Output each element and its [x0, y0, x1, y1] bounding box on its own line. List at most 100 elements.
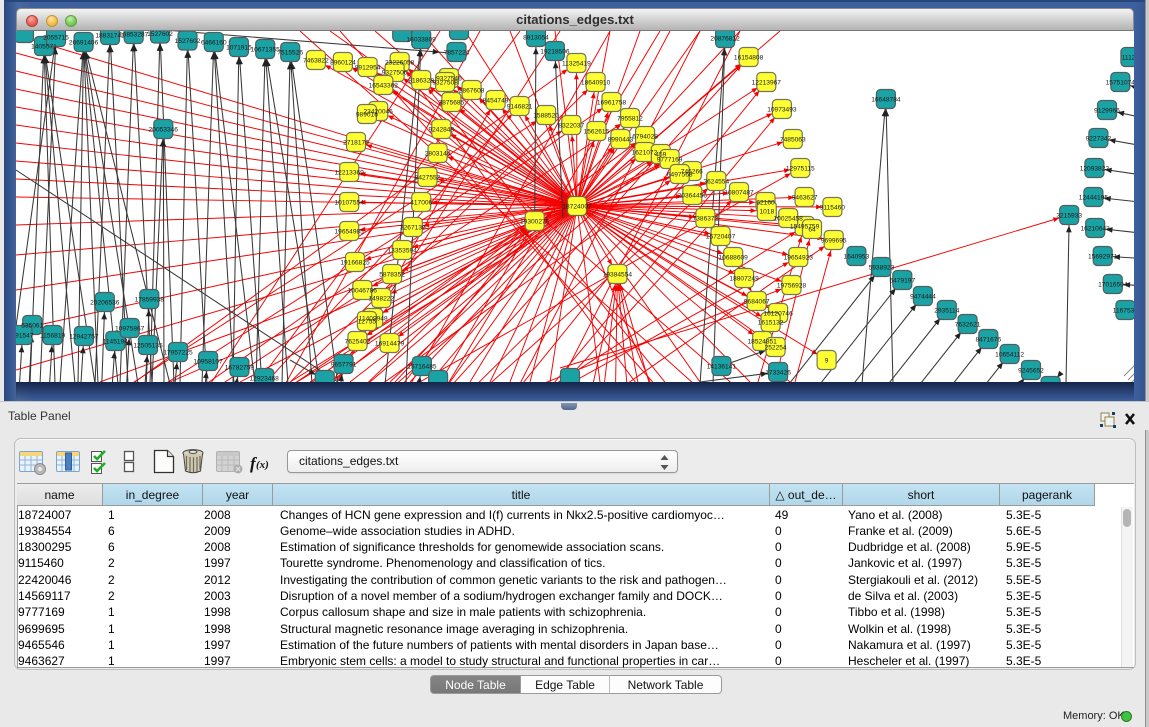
- svg-text:2055715: 2055715: [43, 34, 69, 41]
- svg-text:23226058: 23226058: [385, 59, 415, 66]
- svg-text:1527602: 1527602: [175, 38, 201, 45]
- svg-text:17859938: 17859938: [135, 296, 165, 303]
- svg-text:9777169: 9777169: [657, 156, 683, 163]
- svg-text:64: 64: [808, 226, 816, 233]
- svg-text:10671355: 10671355: [251, 46, 281, 53]
- svg-text:10688609: 10688609: [719, 254, 749, 261]
- svg-text:12923468: 12923468: [250, 375, 280, 382]
- svg-text:8471676: 8471676: [975, 336, 1001, 343]
- svg-text:1498222: 1498222: [368, 295, 394, 302]
- svg-text:7463822: 7463822: [303, 57, 329, 64]
- svg-text:16033809: 16033809: [407, 36, 437, 43]
- svg-text:10025458: 10025458: [774, 215, 804, 222]
- svg-text:2867608: 2867608: [459, 87, 485, 94]
- svg-text:417006: 417006: [410, 199, 432, 206]
- svg-text:62160: 62160: [756, 199, 775, 206]
- svg-text:18640910: 18640910: [581, 79, 611, 86]
- svg-text:20876812: 20876812: [710, 35, 740, 42]
- svg-text:16648784: 16648784: [871, 96, 901, 103]
- svg-text:9: 9: [825, 357, 829, 364]
- svg-text:7632621: 7632621: [955, 321, 981, 328]
- svg-text:7955812: 7955812: [617, 115, 643, 122]
- svg-text:6794028: 6794028: [632, 133, 658, 140]
- svg-text:9242848: 9242848: [428, 126, 454, 133]
- svg-text:16782759: 16782759: [225, 364, 255, 371]
- svg-text:16914479: 16914479: [375, 340, 405, 347]
- svg-text:16543362: 16543362: [369, 82, 399, 89]
- svg-text:3875685: 3875685: [439, 99, 465, 106]
- svg-text:12444195: 12444195: [1079, 194, 1109, 201]
- svg-text:1621072: 1621072: [632, 149, 658, 156]
- svg-text:15716485: 15716485: [407, 363, 437, 370]
- svg-text:12755: 12755: [358, 318, 377, 325]
- svg-text:19384554: 19384554: [603, 271, 633, 278]
- svg-text:1071915: 1071915: [226, 44, 252, 51]
- svg-text:12975115: 12975115: [786, 165, 815, 172]
- svg-text:16154808: 16154808: [734, 54, 764, 61]
- svg-text:8960124: 8960124: [330, 59, 356, 66]
- svg-text:3267130: 3267130: [400, 224, 426, 231]
- svg-text:20206536: 20206536: [90, 299, 120, 306]
- svg-text:18807249: 18807249: [729, 275, 759, 282]
- svg-text:20691406: 20691406: [69, 39, 99, 46]
- svg-text:17016504: 17016504: [1098, 281, 1128, 288]
- svg-text:10958107: 10958107: [193, 358, 223, 365]
- svg-text:2803144: 2803144: [425, 150, 451, 157]
- svg-text:9699695: 9699695: [821, 237, 847, 244]
- svg-text:8322037: 8322037: [558, 122, 584, 129]
- svg-text:7625402: 7625402: [345, 338, 371, 345]
- svg-text:989016: 989016: [356, 111, 378, 118]
- svg-text:9115460: 9115460: [820, 204, 846, 211]
- svg-text:535061: 535061: [21, 322, 43, 329]
- svg-text:20053346: 20053346: [149, 126, 179, 133]
- svg-text:12505135: 12505135: [133, 342, 163, 349]
- svg-text:2935114: 2935114: [934, 307, 960, 314]
- svg-text:12942757: 12942757: [69, 333, 99, 340]
- svg-text:5938923: 5938923: [869, 264, 895, 271]
- svg-text:15720407: 15720407: [706, 233, 736, 240]
- svg-text:11325419: 11325419: [562, 60, 591, 67]
- svg-text:8186328: 8186328: [408, 77, 434, 84]
- svg-text:9227342: 9227342: [1086, 135, 1112, 142]
- svg-text:1156819: 1156819: [40, 332, 66, 339]
- svg-text:1588520: 1588520: [533, 112, 559, 119]
- svg-text:14136141: 14136141: [707, 363, 737, 370]
- svg-text:19218506: 19218506: [540, 48, 570, 55]
- svg-text:1640953: 1640953: [844, 253, 870, 260]
- svg-text:16961758: 16961758: [597, 99, 627, 106]
- svg-text:17957225: 17957225: [163, 349, 193, 356]
- svg-text:252254: 252254: [765, 344, 787, 351]
- svg-text:16210643: 16210643: [1081, 225, 1111, 232]
- svg-text:9474444: 9474444: [910, 293, 936, 300]
- svg-text:8454749: 8454749: [483, 97, 509, 104]
- svg-text:6466160: 6466160: [201, 39, 227, 46]
- svg-text:8813054: 8813054: [523, 34, 549, 41]
- svg-text:1167533: 1167533: [1113, 307, 1134, 314]
- svg-text:19166825: 19166825: [340, 259, 370, 266]
- svg-text:10107554: 10107554: [335, 199, 365, 206]
- svg-text:3215933: 3215933: [1056, 212, 1082, 219]
- svg-text:10973493: 10973493: [767, 106, 797, 113]
- svg-text:15692971: 15692971: [1088, 253, 1118, 260]
- svg-text:10975867: 10975867: [115, 325, 145, 332]
- svg-text:6497568: 6497568: [667, 171, 693, 178]
- svg-text:19300275: 19300275: [520, 218, 550, 225]
- svg-text:16120746: 16120746: [763, 310, 793, 317]
- svg-text:19756928: 19756928: [777, 282, 807, 289]
- svg-text:9684067: 9684067: [744, 298, 770, 305]
- svg-text:10853287: 10853287: [119, 31, 149, 38]
- svg-text:19654985: 19654985: [335, 228, 365, 235]
- svg-text:19654923: 19654923: [784, 254, 814, 261]
- svg-text:6479197: 6479197: [889, 277, 915, 284]
- svg-text:8990443: 8990443: [608, 136, 634, 143]
- svg-text:1562615: 1562615: [584, 128, 610, 135]
- svg-text:1145194: 1145194: [103, 338, 129, 345]
- svg-text:20364456: 20364456: [678, 192, 708, 199]
- svg-text:7485063: 7485063: [780, 136, 806, 143]
- svg-text:3624554: 3624554: [703, 178, 729, 185]
- svg-text:1733426: 1733426: [765, 369, 791, 376]
- svg-text:12213369: 12213369: [335, 169, 365, 176]
- svg-text:18724007: 18724007: [562, 203, 592, 210]
- svg-text:9463627: 9463627: [792, 194, 818, 201]
- svg-text:5878352: 5878352: [379, 271, 405, 278]
